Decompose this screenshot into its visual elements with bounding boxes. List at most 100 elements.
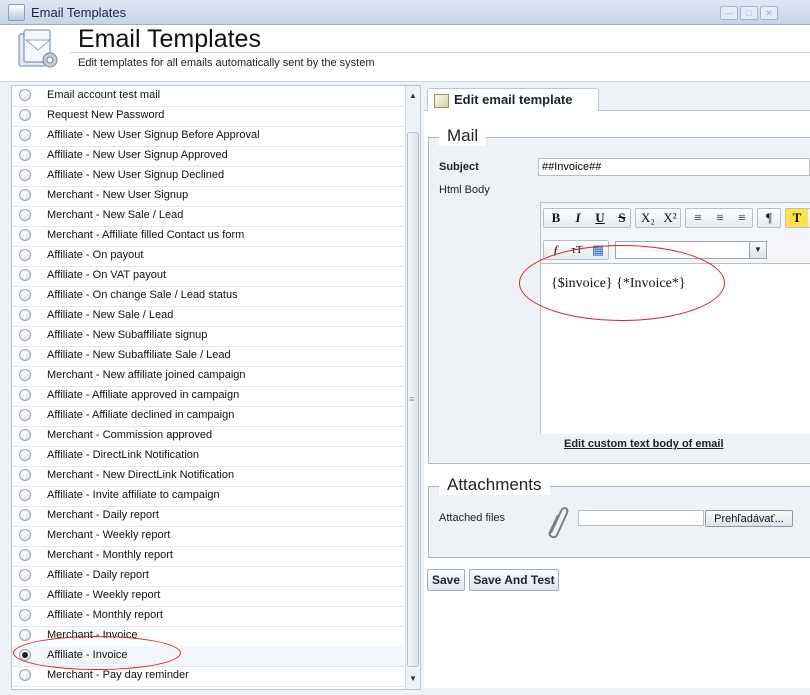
superscript-button[interactable]: X² bbox=[659, 209, 681, 227]
body-edit-area[interactable]: {$invoice} {*Invoice*} bbox=[541, 263, 810, 434]
template-radio[interactable] bbox=[19, 449, 31, 461]
browse-button[interactable]: Prehľadávať... bbox=[705, 510, 793, 527]
template-radio[interactable] bbox=[19, 529, 31, 541]
list-item[interactable]: Affiliate - Affiliate approved in campai… bbox=[12, 386, 404, 407]
save-button[interactable]: Save bbox=[427, 569, 465, 591]
template-radio[interactable] bbox=[19, 469, 31, 481]
template-radio[interactable] bbox=[19, 229, 31, 241]
template-radio[interactable] bbox=[19, 349, 31, 361]
underline-button[interactable]: U bbox=[589, 209, 611, 227]
list-item[interactable]: Affiliate - Affiliate declined in campai… bbox=[12, 406, 404, 427]
bold-button[interactable]: B bbox=[545, 209, 567, 227]
edit-custom-text-link[interactable]: Edit custom text body of email bbox=[564, 438, 724, 450]
list-item[interactable]: Merchant - New User Signup bbox=[12, 186, 404, 207]
list-item[interactable]: Merchant - Affiliate filled Contact us f… bbox=[12, 226, 404, 247]
template-radio[interactable] bbox=[19, 89, 31, 101]
template-label: Affiliate - New User Signup Before Appro… bbox=[47, 129, 260, 141]
list-item[interactable]: Affiliate - Monthly report bbox=[12, 606, 404, 627]
template-radio[interactable] bbox=[19, 589, 31, 601]
list-item[interactable]: Affiliate - New Sale / Lead bbox=[12, 306, 404, 327]
list-item[interactable]: Request New Password bbox=[12, 106, 404, 127]
template-radio[interactable] bbox=[19, 389, 31, 401]
template-radio[interactable] bbox=[19, 489, 31, 501]
template-radio[interactable] bbox=[19, 509, 31, 521]
template-label: Merchant - New DirectLink Notification bbox=[47, 469, 235, 481]
list-item[interactable]: Merchant - New DirectLink Notification bbox=[12, 466, 404, 487]
template-radio[interactable] bbox=[19, 269, 31, 281]
template-radio[interactable] bbox=[19, 109, 31, 121]
list-scrollbar[interactable]: ▲ ≡ ▼ bbox=[405, 86, 420, 689]
script-toolbar: X₂ X² bbox=[635, 208, 681, 228]
template-radio[interactable] bbox=[19, 629, 31, 641]
attachment-file-input[interactable] bbox=[578, 510, 704, 526]
italic-button[interactable]: I bbox=[567, 209, 589, 227]
template-label: Affiliate - New Subaffiliate signup bbox=[47, 329, 208, 341]
format-select[interactable]: ▼ bbox=[615, 241, 767, 259]
template-radio[interactable] bbox=[19, 609, 31, 621]
list-item[interactable]: Merchant - New affiliate joined campaign bbox=[12, 366, 404, 387]
list-item[interactable]: Merchant - Daily report bbox=[12, 506, 404, 527]
template-radio[interactable] bbox=[19, 649, 31, 661]
template-radio[interactable] bbox=[19, 189, 31, 201]
tab-edit-email-template[interactable]: Edit email template bbox=[427, 88, 599, 111]
list-item[interactable]: Merchant - Invoice bbox=[12, 626, 404, 647]
list-item[interactable]: Affiliate - On payout bbox=[12, 246, 404, 267]
list-item[interactable]: Affiliate - On change Sale / Lead status bbox=[12, 286, 404, 307]
template-radio[interactable] bbox=[19, 289, 31, 301]
list-item[interactable]: Merchant - Commission approved bbox=[12, 426, 404, 447]
template-label: Affiliate - Monthly report bbox=[47, 609, 163, 621]
template-label: Affiliate - Affiliate declined in campai… bbox=[47, 409, 235, 421]
align-center-icon[interactable]: ≡ bbox=[709, 209, 731, 227]
list-item[interactable]: Affiliate - Invoice bbox=[12, 646, 404, 667]
list-item[interactable]: Affiliate - Daily report bbox=[12, 566, 404, 587]
chevron-down-icon[interactable]: ▼ bbox=[749, 242, 766, 258]
list-item[interactable]: Merchant - Monthly report bbox=[12, 546, 404, 567]
template-radio[interactable] bbox=[19, 369, 31, 381]
template-radio[interactable] bbox=[19, 569, 31, 581]
list-item[interactable]: Affiliate - DirectLink Notification bbox=[12, 446, 404, 467]
list-item[interactable]: Merchant - New Sale / Lead bbox=[12, 206, 404, 227]
align-right-icon[interactable]: ≡ bbox=[731, 209, 753, 227]
template-radio[interactable] bbox=[19, 209, 31, 221]
template-radio[interactable] bbox=[19, 249, 31, 261]
list-item[interactable]: Affiliate - New User Signup Declined bbox=[12, 166, 404, 187]
template-radio[interactable] bbox=[19, 329, 31, 341]
font-size-icon[interactable]: τT bbox=[566, 241, 588, 259]
strikethrough-button[interactable]: S bbox=[611, 209, 633, 227]
window-title: Email Templates bbox=[31, 5, 127, 20]
list-item[interactable]: Affiliate - Invite affiliate to campaign bbox=[12, 486, 404, 507]
list-item[interactable]: Merchant - Weekly report bbox=[12, 526, 404, 547]
subject-label: Subject bbox=[439, 161, 479, 173]
list-item[interactable]: Affiliate - New Subaffiliate Sale / Lead bbox=[12, 346, 404, 367]
scroll-up-icon[interactable]: ▲ bbox=[409, 91, 417, 100]
close-icon[interactable]: ✕ bbox=[760, 6, 778, 20]
minimize-icon[interactable]: — bbox=[720, 6, 738, 20]
maximize-icon[interactable]: □ bbox=[740, 6, 758, 20]
subscript-button[interactable]: X₂ bbox=[637, 209, 659, 227]
template-radio[interactable] bbox=[19, 309, 31, 321]
list-item[interactable]: Affiliate - On VAT payout bbox=[12, 266, 404, 287]
template-radio[interactable] bbox=[19, 129, 31, 141]
font-toolbar: ƒ τT ▦ bbox=[543, 240, 609, 260]
list-item[interactable]: Merchant - Pay day reminder bbox=[12, 666, 404, 687]
list-item[interactable]: Affiliate - New Subaffiliate signup bbox=[12, 326, 404, 347]
font-family-icon[interactable]: ƒ bbox=[545, 241, 567, 259]
template-label: Merchant - Daily report bbox=[47, 509, 159, 521]
list-item[interactable]: Affiliate - Weekly report bbox=[12, 586, 404, 607]
subject-input[interactable] bbox=[538, 158, 810, 176]
list-item[interactable]: Email account test mail bbox=[12, 86, 404, 107]
text-highlight-icon[interactable]: T bbox=[786, 209, 808, 227]
list-item[interactable]: Affiliate - New User Signup Approved bbox=[12, 146, 404, 167]
template-radio[interactable] bbox=[19, 409, 31, 421]
save-and-test-button[interactable]: Save And Test bbox=[469, 569, 559, 591]
scroll-down-icon[interactable]: ▼ bbox=[409, 674, 417, 683]
template-radio[interactable] bbox=[19, 429, 31, 441]
list-item[interactable]: Affiliate - New User Signup Before Appro… bbox=[12, 126, 404, 147]
align-left-icon[interactable]: ≡ bbox=[687, 209, 709, 227]
template-radio[interactable] bbox=[19, 169, 31, 181]
template-radio[interactable] bbox=[19, 549, 31, 561]
template-radio[interactable] bbox=[19, 669, 31, 681]
insert-table-icon[interactable]: ▦ bbox=[587, 241, 609, 259]
text-direction-icon[interactable]: ¶ bbox=[758, 209, 780, 227]
template-radio[interactable] bbox=[19, 149, 31, 161]
